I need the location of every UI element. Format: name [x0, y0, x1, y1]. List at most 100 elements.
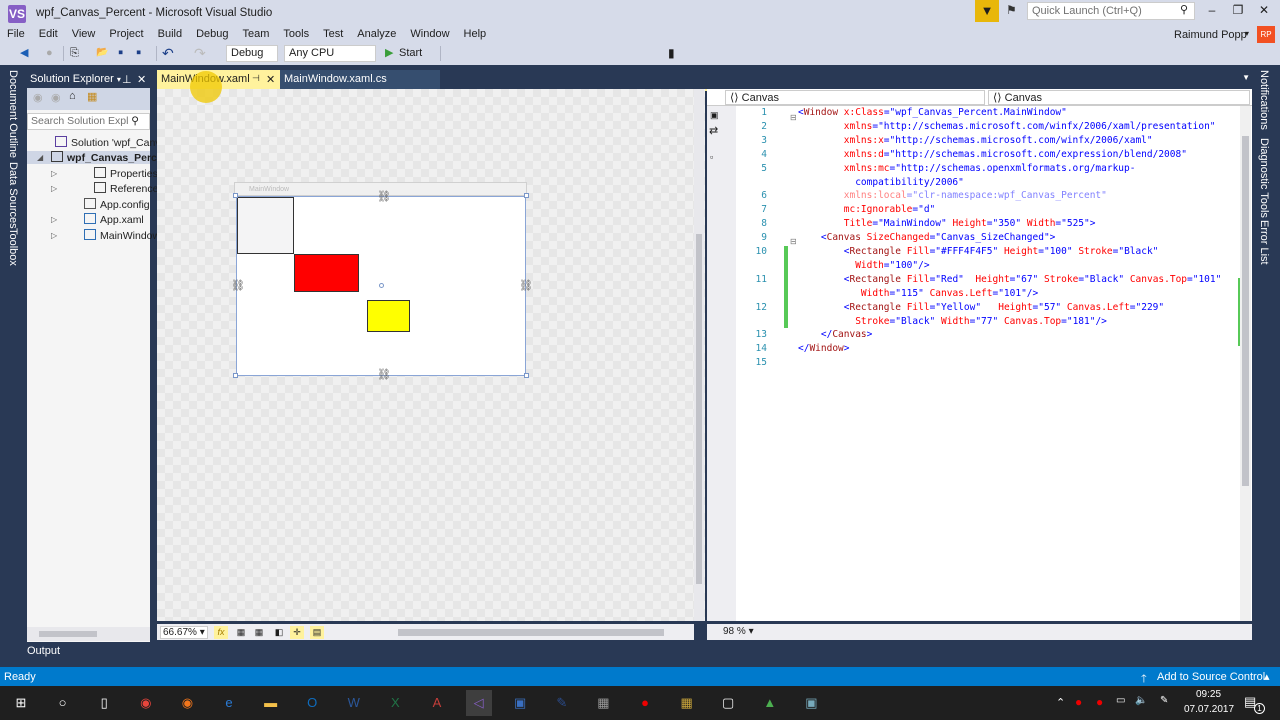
start-button[interactable]: Start: [399, 45, 422, 61]
tree-item[interactable]: MainWindow.x: [84, 229, 168, 242]
grid-icon[interactable]: ▦: [234, 626, 248, 639]
quick-launch-input[interactable]: Quick Launch (Ctrl+Q): [1027, 2, 1195, 20]
code-line[interactable]: xmlns:mc="http://schemas.openxmlformats.…: [798, 163, 1136, 174]
resize-handle[interactable]: [233, 373, 238, 378]
pen-icon[interactable]: ✎: [1160, 695, 1168, 706]
code-line[interactable]: compatibility/2006": [798, 177, 964, 188]
home-icon[interactable]: ⌂: [69, 90, 76, 102]
code-line[interactable]: Width="100"/>: [798, 260, 929, 271]
save-icon[interactable]: ▪: [118, 45, 123, 61]
taskbar-visual-studio-icon[interactable]: ◁: [465, 690, 492, 716]
filter-icon[interactable]: ▼: [975, 0, 999, 22]
tab-mainwindow-xaml-cs[interactable]: MainWindow.xaml.cs: [280, 70, 440, 89]
menu-window[interactable]: Window: [403, 27, 456, 42]
tree-item[interactable]: wpf_Canvas_Perce: [27, 151, 163, 164]
add-to-source-control-button[interactable]: Add to Source Control: [1157, 671, 1265, 683]
expand-arrow-icon[interactable]: ▷: [51, 169, 57, 178]
expand-arrow-icon[interactable]: ▷: [51, 231, 57, 240]
clock-date[interactable]: 07.07.2017: [1184, 704, 1234, 715]
solution-platform-dropdown[interactable]: Any CPU: [284, 45, 376, 62]
search-icon[interactable]: ⚲: [1180, 3, 1188, 16]
code-line[interactable]: Width="115" Canvas.Left="101"/>: [798, 288, 1038, 299]
resize-handle[interactable]: [524, 373, 529, 378]
code-line[interactable]: <Canvas SizeChanged="Canvas_SizeChanged"…: [798, 232, 1056, 243]
taskbar-app-pen-icon[interactable]: ✎: [549, 690, 575, 716]
undo-icon[interactable]: ↶: [162, 45, 174, 61]
side-tab-error-list[interactable]: Error List: [1258, 220, 1270, 265]
save-all-icon[interactable]: ▪: [136, 45, 141, 61]
menu-file[interactable]: File: [0, 27, 32, 42]
collapse-icon[interactable]: ⊟: [790, 237, 797, 246]
side-tab-notifications[interactable]: Notifications: [1258, 70, 1270, 130]
taskbar-outlook-icon[interactable]: O: [299, 690, 325, 716]
close-icon[interactable]: ✕: [266, 73, 275, 86]
solution-search-input[interactable]: Search Solution Expl ⚲: [27, 113, 150, 130]
navigation-left-dropdown[interactable]: ⟨⟩ Canvas: [725, 90, 985, 105]
code-line[interactable]: </Window>: [798, 343, 850, 354]
taskbar-firefox-icon[interactable]: ◉: [174, 690, 200, 716]
code-line[interactable]: xmlns="http://schemas.microsoft.com/winf…: [798, 121, 1216, 132]
side-tab-toolbox[interactable]: Toolbox: [7, 228, 19, 266]
code-line[interactable]: <Window x:Class="wpf_Canvas_Percent.Main…: [798, 107, 1067, 118]
chevron-up-icon[interactable]: ▴: [1264, 670, 1270, 683]
code-line[interactable]: mc:Ignorable="d": [798, 204, 936, 215]
horizontal-scrollbar-thumb[interactable]: [398, 629, 664, 636]
tree-item[interactable]: App.xaml: [84, 213, 144, 226]
code-line[interactable]: <Rectangle Fill="#FFF4F4F5" Height="100"…: [798, 246, 1159, 257]
taskbar-app-record-icon[interactable]: ●: [632, 690, 658, 716]
taskbar-excel-icon[interactable]: X: [382, 690, 408, 716]
resize-handle[interactable]: [524, 193, 529, 198]
side-tab-data-sources[interactable]: Data Sources: [7, 162, 19, 229]
avatar[interactable]: RP: [1257, 26, 1275, 43]
new-project-icon[interactable]: ⎘: [70, 45, 79, 61]
pin-icon[interactable]: ⊥: [122, 73, 132, 86]
vertical-scrollbar[interactable]: [1240, 106, 1251, 621]
taskbar-edge-icon[interactable]: e: [216, 690, 242, 716]
swap-panes-icon[interactable]: ⇄: [709, 124, 718, 137]
expand-arrow-icon[interactable]: ▷: [51, 184, 57, 193]
back-icon[interactable]: ◉: [33, 91, 43, 104]
volume-icon[interactable]: 🔈: [1135, 695, 1147, 706]
code-line[interactable]: <Rectangle Fill="Red" Height="67" Stroke…: [798, 274, 1222, 285]
pane-icon[interactable]: ▣: [710, 110, 719, 121]
scrollbar-thumb[interactable]: [39, 631, 97, 637]
code-line[interactable]: Stroke="Black" Width="77" Canvas.Top="18…: [798, 316, 1107, 327]
menu-debug[interactable]: Debug: [189, 27, 235, 42]
output-tab[interactable]: Output: [27, 645, 60, 657]
taskbar-file-explorer-icon[interactable]: ▬: [258, 690, 284, 716]
side-tab-document-outline[interactable]: Document Outline: [7, 70, 19, 158]
taskbar-app-snip-icon[interactable]: ▢: [715, 690, 741, 716]
network-icon[interactable]: ▭: [1116, 695, 1125, 706]
yellow-rectangle[interactable]: [366, 299, 411, 332]
chevron-down-icon[interactable]: ▼: [1242, 73, 1250, 82]
menu-view[interactable]: View: [65, 27, 103, 42]
start-icon[interactable]: ▶: [385, 45, 393, 61]
scrollbar-thumb[interactable]: [696, 234, 702, 584]
taskbar-windows-start-icon[interactable]: ⊞: [8, 690, 34, 716]
artboard-background-icon[interactable]: ◧: [272, 626, 286, 639]
tree-item[interactable]: Properties: [94, 167, 158, 180]
taskbar-app-monitor-icon[interactable]: ▣: [798, 690, 824, 716]
link-icon[interactable]: ⛓: [231, 279, 245, 292]
vertical-scrollbar[interactable]: [694, 89, 704, 621]
close-icon[interactable]: ✕: [137, 73, 146, 86]
side-tab-diagnostic-tools[interactable]: Diagnostic Tools: [1258, 138, 1270, 218]
forward-icon[interactable]: ◉: [51, 91, 61, 104]
navigate-forward-icon[interactable]: ●: [46, 45, 53, 61]
link-icon[interactable]: ⛓: [377, 368, 391, 381]
link-icon[interactable]: ⛓: [377, 190, 391, 203]
taskbar-word-icon[interactable]: W: [341, 690, 367, 716]
open-file-icon[interactable]: 📂: [96, 45, 108, 61]
red-rectangle[interactable]: [294, 254, 360, 293]
taskbar-chrome-icon[interactable]: ◉: [133, 690, 159, 716]
taskbar-access-icon[interactable]: A: [424, 690, 450, 716]
user-name[interactable]: Raimund Popp: [1174, 29, 1247, 41]
code-line[interactable]: </Canvas>: [798, 329, 873, 340]
project-code-icon[interactable]: ▤: [310, 626, 324, 639]
chevron-down-icon[interactable]: ▾: [1245, 29, 1249, 38]
taskbar-task-view-icon[interactable]: ▯: [91, 690, 117, 716]
menu-tools[interactable]: Tools: [276, 27, 316, 42]
code-line[interactable]: <Rectangle Fill="Yellow" Height="57" Can…: [798, 302, 1164, 313]
taskbar-cortana-icon[interactable]: ○: [50, 690, 76, 716]
menu-help[interactable]: Help: [457, 27, 494, 42]
